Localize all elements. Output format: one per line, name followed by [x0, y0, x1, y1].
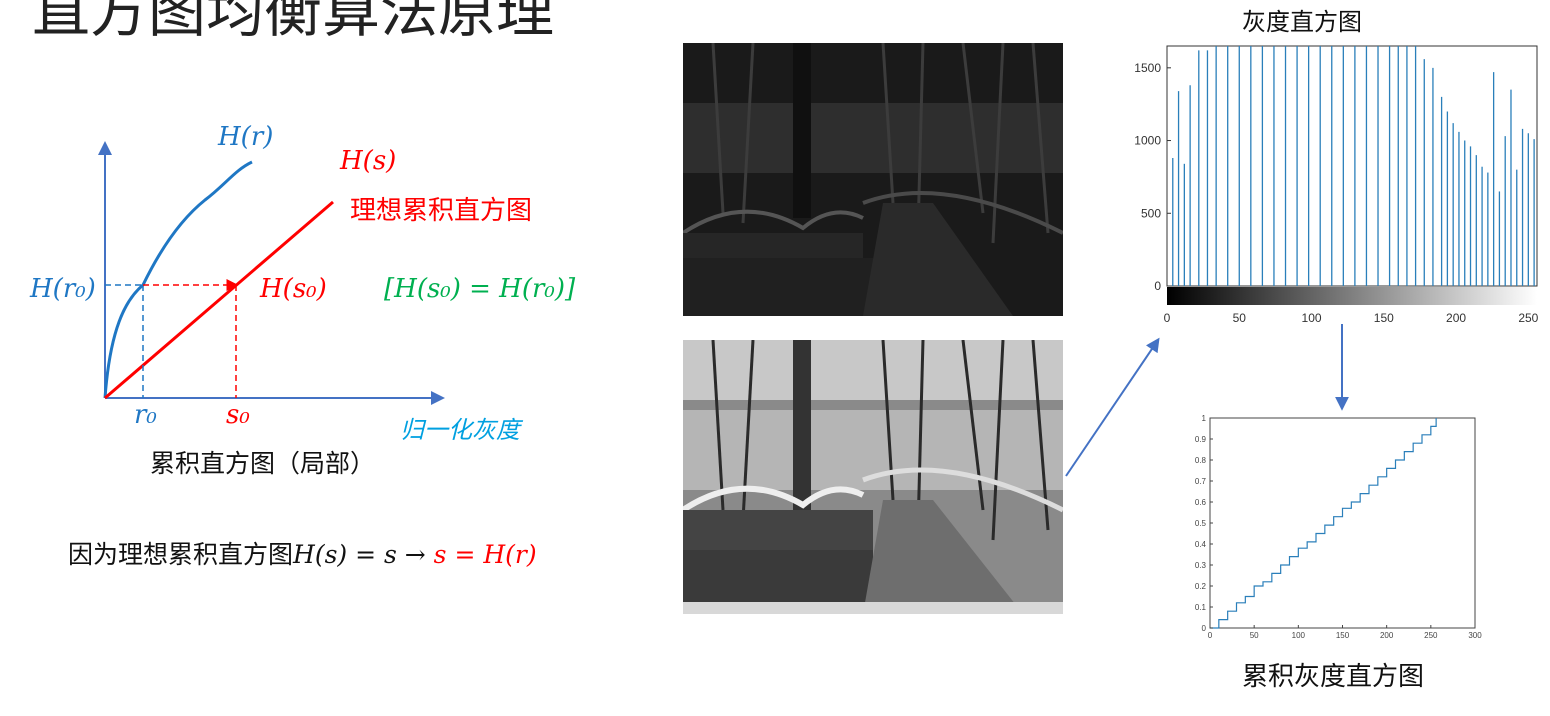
y-tick-label: 0.6: [1195, 498, 1207, 507]
formula-part1: H(s) = s →: [293, 540, 434, 569]
cumulative-concept-diagram: [98, 141, 445, 405]
formula-prefix: 因为理想累积直方图: [68, 540, 294, 569]
histogram-title: 灰度直方图: [1242, 8, 1362, 36]
y-tick-label: 0.9: [1195, 435, 1207, 444]
x-tick-label: 200: [1380, 631, 1394, 640]
x-axis-label: 归一化灰度: [400, 416, 520, 444]
grayscale-histogram: 1500 1000 500 0 0 50 100 150 200 250: [1134, 45, 1539, 325]
y-tick-label: 1500: [1134, 61, 1161, 75]
hr0-label: H(r₀): [30, 274, 96, 304]
x-tick-label: 250: [1518, 311, 1538, 325]
x-tick-label: 100: [1302, 311, 1322, 325]
x-tick-label: 150: [1336, 631, 1350, 640]
hr-label: H(r): [218, 122, 274, 152]
s0-tick-label: s₀: [226, 400, 250, 430]
y-tick-label: 0.7: [1195, 477, 1207, 486]
x-tick-label: 250: [1424, 631, 1438, 640]
hs-label: H(s): [340, 146, 397, 176]
y-tick-label: 0.2: [1195, 582, 1207, 591]
y-tick-label: 0: [1154, 279, 1161, 293]
image-to-histogram-arrow: [1065, 337, 1160, 477]
original-dark-image: [683, 43, 1063, 316]
y-tick-label: 0.3: [1195, 561, 1207, 570]
diagram-caption: 累积直方图（局部）: [150, 449, 376, 478]
x-tick-label: 150: [1374, 311, 1394, 325]
y-tick-label: 500: [1141, 206, 1161, 220]
y-tick-label: 1: [1202, 414, 1207, 423]
x-tick-label: 50: [1233, 311, 1247, 325]
hr-curve: [103, 160, 253, 399]
x-tick-label: 100: [1292, 631, 1306, 640]
x-tick-label: 0: [1164, 311, 1171, 325]
equalized-image: [683, 340, 1063, 614]
y-tick-label: 1000: [1134, 134, 1161, 148]
r0-tick-label: r₀: [134, 400, 157, 430]
y-tick-label: 0.4: [1195, 540, 1207, 549]
y-tick-label: 0.1: [1195, 603, 1207, 612]
y-tick-label: 0: [1202, 624, 1207, 633]
gray-colorbar: [1167, 287, 1537, 305]
x-tick-label: 300: [1468, 631, 1482, 640]
cumulative-caption: 累积灰度直方图: [1242, 662, 1425, 692]
cumulative-histogram-chart: 1 0.9 0.8 0.7 0.6 0.5 0.4 0.3 0.2 0.1 00 50 100 150 20…: [1195, 414, 1482, 640]
equality-label: [H(s₀) = H(r₀)]: [384, 274, 576, 304]
x-tick-label: 200: [1446, 311, 1466, 325]
x-tick-label: 50: [1250, 631, 1259, 640]
y-tick-label: 0.8: [1195, 456, 1207, 465]
formula-line: 因为理想累积直方图H(s) = s → s = H(r): [68, 535, 537, 571]
histogram-to-cumulative-arrow: [1335, 324, 1349, 411]
formula-part2: s = H(r): [433, 540, 537, 569]
x-tick-label: 0: [1208, 631, 1213, 640]
hs0-label: H(s₀): [260, 274, 327, 304]
ideal-cumulative-label: 理想累积直方图: [350, 196, 533, 226]
y-tick-label: 0.5: [1195, 519, 1207, 528]
